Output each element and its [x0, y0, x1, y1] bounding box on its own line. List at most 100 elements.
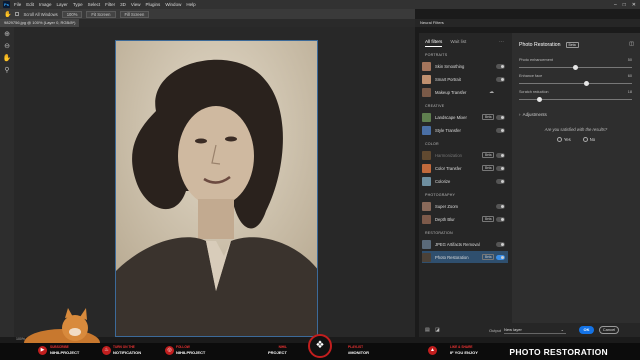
menu-file[interactable]: File — [14, 2, 21, 7]
maximize-icon[interactable]: □ — [623, 2, 626, 8]
enhance-face-slider[interactable]: Enhance face 60 — [512, 74, 640, 90]
radio-no-label: No — [589, 137, 596, 142]
skin-smoothing-thumb-icon — [422, 61, 431, 71]
stream-item-subscribe: SUBSCRIBE NIHILPROJECT — [50, 345, 79, 355]
filter-toggle[interactable] — [496, 178, 505, 184]
photo-enhancement-slider[interactable]: Photo enhancement 50 — [512, 58, 640, 74]
compare-icon[interactable]: ◪ — [435, 327, 440, 333]
zoom-100-button[interactable]: 100% — [61, 10, 83, 18]
filter-toggle[interactable] — [496, 127, 505, 133]
subtract-icon[interactable]: ⊖ — [3, 42, 12, 51]
filter-toggle[interactable] — [496, 254, 505, 260]
output-select[interactable]: New layer ⌄ — [504, 327, 566, 334]
cancel-button[interactable]: Cancel — [599, 326, 619, 334]
options-bar: ✋ Scroll All Windows 100% Fit Screen Fil… — [0, 9, 415, 19]
zoom-icon[interactable]: ⚲ — [3, 66, 12, 75]
slider-label: Photo enhancement — [519, 58, 553, 62]
filter-toggle[interactable] — [496, 203, 505, 209]
beta-badge: Beta — [482, 216, 494, 222]
slider-track[interactable] — [519, 83, 632, 84]
menu-image[interactable]: Image — [39, 2, 52, 7]
satisfaction-question: Are you satisfied with the results? — [544, 127, 608, 132]
minimize-icon[interactable]: – — [614, 2, 617, 8]
filter-toggle[interactable] — [496, 76, 505, 82]
filter-toggle[interactable] — [496, 241, 505, 247]
menu-help[interactable]: Help — [186, 2, 195, 7]
slider-knob[interactable] — [536, 97, 542, 102]
stream-item-nihil: NIHIL PROJECT — [268, 345, 287, 355]
fit-screen-button[interactable]: Fit Screen — [86, 10, 116, 18]
filter-smart-portrait[interactable]: Smart Portrait — [422, 73, 508, 85]
filter-label: Style Transfer — [435, 127, 461, 133]
menu-layer[interactable]: Layer — [57, 2, 68, 7]
tab-all-filters[interactable]: All filters — [425, 39, 443, 47]
settings-header: Photo Restoration Beta ◫ — [512, 33, 640, 48]
menu-type[interactable]: Type — [73, 2, 83, 7]
filter-toggle[interactable] — [496, 63, 505, 69]
category-portraits: PORTRAITS — [425, 53, 448, 57]
radio-yes[interactable]: Yes — [556, 137, 571, 142]
jpeg-artifacts-thumb-icon — [422, 239, 431, 249]
filter-label: Smart Portrait — [435, 76, 461, 82]
category-creative: CREATIVE — [425, 104, 445, 108]
filter-super-zoom[interactable]: Super Zoom — [422, 200, 508, 212]
menu-view[interactable]: View — [131, 2, 141, 7]
close-icon[interactable]: ✕ — [632, 2, 636, 8]
menu-window[interactable]: Window — [165, 2, 181, 7]
add-icon[interactable]: ⊕ — [3, 30, 12, 39]
menu-plugins[interactable]: Plugins — [146, 2, 161, 7]
color-transfer-thumb-icon — [422, 163, 431, 173]
scroll-all-checkbox[interactable] — [15, 12, 20, 16]
filter-colorize[interactable]: Colorize — [422, 175, 508, 187]
filter-harmonization[interactable]: Harmonization Beta — [422, 149, 508, 161]
document-tab[interactable]: 9829756.jpg @ 100% (Layer 0, RGB/8*) — [0, 19, 80, 27]
stream-item-text: #MONITOR — [348, 350, 370, 355]
filter-landscape-mixer[interactable]: Landscape Mixer Beta — [422, 111, 508, 123]
layers-icon[interactable]: ▤ — [425, 327, 430, 333]
window-controls: – □ ✕ — [614, 0, 636, 9]
depth-blur-thumb-icon — [422, 214, 431, 224]
output-value: New layer — [504, 326, 522, 332]
filter-toggle[interactable] — [496, 165, 505, 171]
neural-filters-titlebar: Neural Filters — [415, 19, 640, 27]
filter-toggle[interactable] — [496, 152, 505, 158]
menu-select[interactable]: Select — [88, 2, 101, 7]
radio-circle-icon — [582, 137, 588, 142]
filter-jpeg-artifacts-removal[interactable]: JPEG Artifacts Removal — [422, 238, 508, 250]
menu-bar: Ps File Edit Image Layer Type Select Fil… — [0, 0, 640, 9]
photo-restoration-thumb-icon — [422, 252, 431, 262]
hand-tool-icon: ✋ — [4, 11, 12, 18]
style-transfer-thumb-icon — [422, 125, 431, 135]
filter-photo-restoration[interactable]: Photo Restoration Beta — [422, 251, 508, 263]
tab-wait-list[interactable]: Wait list — [450, 39, 466, 47]
panel-layout-icon[interactable]: ◫ — [629, 41, 634, 47]
bell-icon: ♨ — [102, 346, 111, 355]
menu-3d[interactable]: 3D — [120, 2, 126, 7]
ok-button[interactable]: OK — [579, 326, 594, 334]
filter-style-transfer[interactable]: Style Transfer — [422, 124, 508, 136]
filter-makeup-transfer[interactable]: Makeup Transfer ☁ — [422, 86, 508, 98]
beta-badge: Beta — [565, 42, 579, 48]
filter-color-transfer[interactable]: Color Transfer Beta — [422, 162, 508, 174]
slider-knob[interactable] — [573, 65, 578, 70]
slider-track[interactable] — [519, 99, 632, 100]
menu-filter[interactable]: Filter — [105, 2, 115, 7]
scroll-all-label: Scroll All Windows — [23, 11, 58, 17]
slider-knob[interactable] — [584, 81, 590, 86]
filter-label: Landscape Mixer — [435, 114, 467, 120]
cloud-download-icon[interactable]: ☁ — [489, 89, 494, 95]
radio-no[interactable]: No — [582, 137, 596, 142]
filter-skin-smoothing[interactable]: Skin Smoothing — [422, 60, 508, 72]
filter-toggle[interactable] — [496, 216, 505, 222]
fill-screen-button[interactable]: Fill Screen — [119, 10, 150, 18]
filter-depth-blur[interactable]: Depth Blur Beta — [422, 213, 508, 225]
chevron-down-icon: ⌄ — [560, 326, 564, 332]
hand-icon[interactable]: ✋ — [3, 54, 12, 63]
adjustments-expander[interactable]: › Adjustments — [512, 106, 640, 123]
photoshop-logo-icon: Ps — [3, 1, 10, 8]
slider-value: 18 — [627, 90, 632, 94]
menu-edit[interactable]: Edit — [26, 2, 34, 7]
scratch-reduction-slider[interactable]: Scratch reduction 18 — [512, 90, 640, 106]
filter-toggle[interactable] — [496, 114, 505, 120]
more-options-icon[interactable]: ⋯ — [499, 39, 504, 45]
